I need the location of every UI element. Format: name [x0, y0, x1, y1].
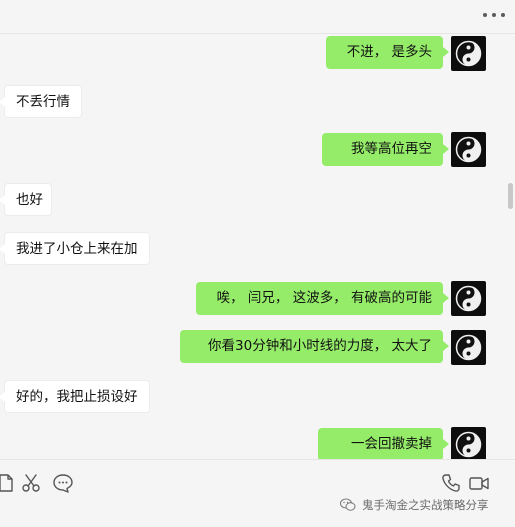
- yin-yang-icon: [455, 136, 482, 163]
- scrollbar[interactable]: [508, 183, 513, 209]
- avatar[interactable]: [451, 36, 486, 71]
- watermark: 鬼手淘金之实战策略分享: [340, 497, 489, 513]
- avatar[interactable]: [451, 427, 486, 459]
- chat-bubble-icon[interactable]: [52, 472, 74, 494]
- video-icon[interactable]: [468, 472, 490, 494]
- message-bubble: 不进， 是多头: [326, 36, 449, 69]
- chat-header: [0, 0, 515, 34]
- avatar[interactable]: [451, 132, 486, 167]
- yin-yang-icon: [455, 285, 482, 312]
- more-options-icon[interactable]: [483, 9, 505, 21]
- file-icon[interactable]: [0, 472, 16, 494]
- message-list[interactable]: 不进， 是多头 不丢行情 我等高位再空 也好 我进了小仓上来在加 唉， 闫兄， …: [0, 34, 515, 459]
- wechat-icon: [340, 498, 356, 511]
- avatar[interactable]: [451, 330, 486, 365]
- message-bubble: 我等高位再空: [322, 133, 449, 166]
- message-bubble: 你看30分钟和小时线的力度， 太大了: [180, 330, 449, 363]
- avatar[interactable]: [451, 281, 486, 316]
- watermark-text: 鬼手淘金之实战策略分享: [362, 498, 489, 512]
- scissors-icon[interactable]: [20, 472, 42, 494]
- phone-icon[interactable]: [440, 472, 462, 494]
- message-bubble: 好的，我把止损设好: [0, 380, 150, 413]
- yin-yang-icon: [455, 40, 482, 67]
- yin-yang-icon: [455, 431, 482, 458]
- message-bubble: 唉， 闫兄， 这波多， 有破高的可能: [196, 282, 449, 315]
- message-bubble: 不丢行情: [0, 85, 82, 118]
- message-bubble: 我进了小仓上来在加: [0, 232, 150, 265]
- message-bubble: 一会回撤卖掉: [318, 428, 449, 459]
- message-bubble: 也好: [0, 183, 52, 216]
- yin-yang-icon: [455, 334, 482, 361]
- input-toolbar: [0, 459, 515, 527]
